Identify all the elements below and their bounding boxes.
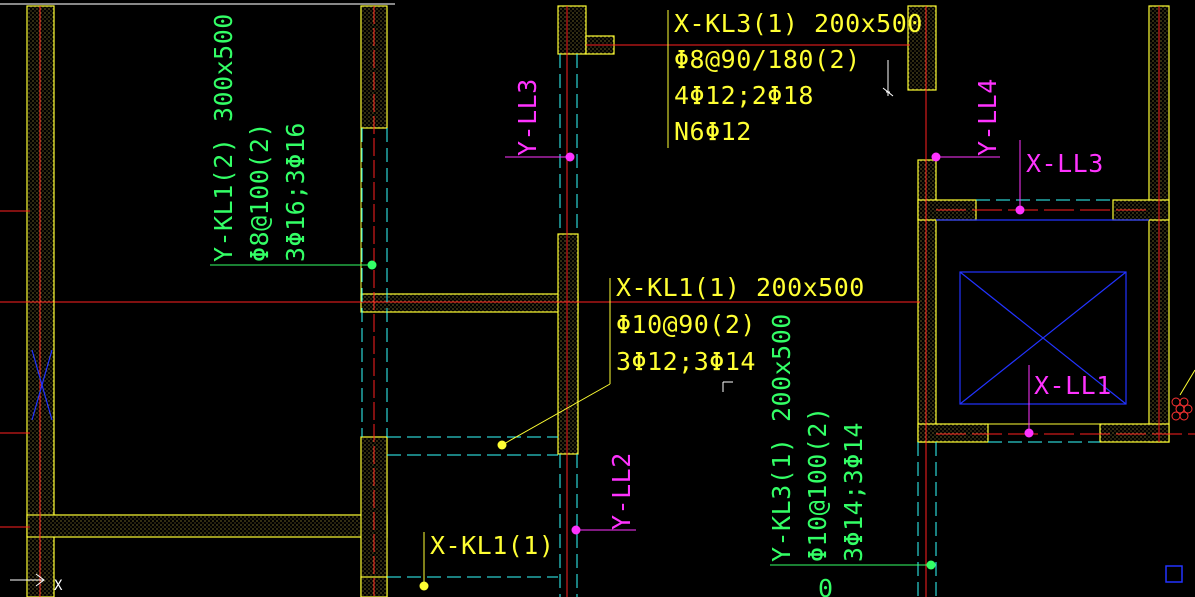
xkl1-line3: 3Φ12;3Φ14 [616,347,756,376]
point-yll4[interactable] [931,152,941,162]
xkl3-label: X-KL3(1) 200x500 Φ8@90/180(2) 4Φ12;2Φ18 … [674,9,923,146]
axis-lines [0,6,1195,597]
xkl1-line2: Φ10@90(2) [616,310,756,339]
xll3-label: X-LL3 [1026,149,1104,178]
ykl3-line1: Y-KL3(1) 200x500 [767,313,796,562]
wall-top-stub [557,5,587,55]
ykl3-label: Y-KL3(1) 200x500 Φ10@100(2) 3Φ14;3Φ14 [767,313,868,562]
xll1-label: X-LL1 [1034,371,1112,400]
point-xll1[interactable] [1024,428,1034,438]
wall-mid-horizontal [360,293,579,313]
svg-text:Y-LL4: Y-LL4 [973,78,1002,156]
ykl1-line1: Y-KL1(2) 300x500 [209,13,238,262]
ucs-x-label: X [54,578,63,594]
point-xkl1[interactable] [497,440,507,450]
ykl3-line2: Φ10@100(2) [803,406,832,562]
ykl3-line3: 3Φ14;3Φ14 [839,422,868,562]
cad-drawing-canvas[interactable]: X X-KL3(1) 200x500 Φ8@90/180(2) 4Φ12;2Φ1… [0,0,1195,597]
ykl1-line2: Φ8@100(2) [245,122,274,262]
svg-text:Y-LL2: Y-LL2 [607,452,636,530]
xkl1-short-label: X-KL1(1) [430,531,554,560]
partial-zero-text: 0 [818,574,834,597]
xkl3-line2: Φ8@90/180(2) [674,45,861,74]
point-xkl1-short[interactable] [419,581,429,591]
yll4-label: Y-LL4 [973,78,1002,156]
svg-text:Y-LL3: Y-LL3 [513,78,542,156]
wall-center-vertical [557,233,579,455]
ykl1-label: Y-KL1(2) 300x500 Φ8@100(2) 3Φ16;3Φ16 [209,13,310,262]
wall-right-lower-ledge [917,423,989,443]
point-yll3[interactable] [565,152,575,162]
wall-lower-horizontal [26,514,388,538]
xkl1-label: X-KL1(1) 200x500 Φ10@90(2) 3Φ12;3Φ14 [616,273,865,376]
hatch-pattern-icon [1171,369,1195,421]
corner-square-icon[interactable] [1165,565,1183,583]
xkl3-line4: N6Φ12 [674,117,752,146]
yll3-label: Y-LL3 [513,78,542,156]
point-ykl3[interactable] [926,560,936,570]
point-yll2[interactable] [571,525,581,535]
xkl1-line1: X-KL1(1) 200x500 [616,273,865,302]
point-xll3[interactable] [1015,205,1025,215]
yll2-label: Y-LL2 [607,452,636,530]
point-ykl1[interactable] [367,260,377,270]
xkl3-line3: 4Φ12;2Φ18 [674,81,814,110]
ykl1-line3: 3Φ16;3Φ16 [281,122,310,262]
xkl3-line1: X-KL3(1) 200x500 [674,9,923,38]
